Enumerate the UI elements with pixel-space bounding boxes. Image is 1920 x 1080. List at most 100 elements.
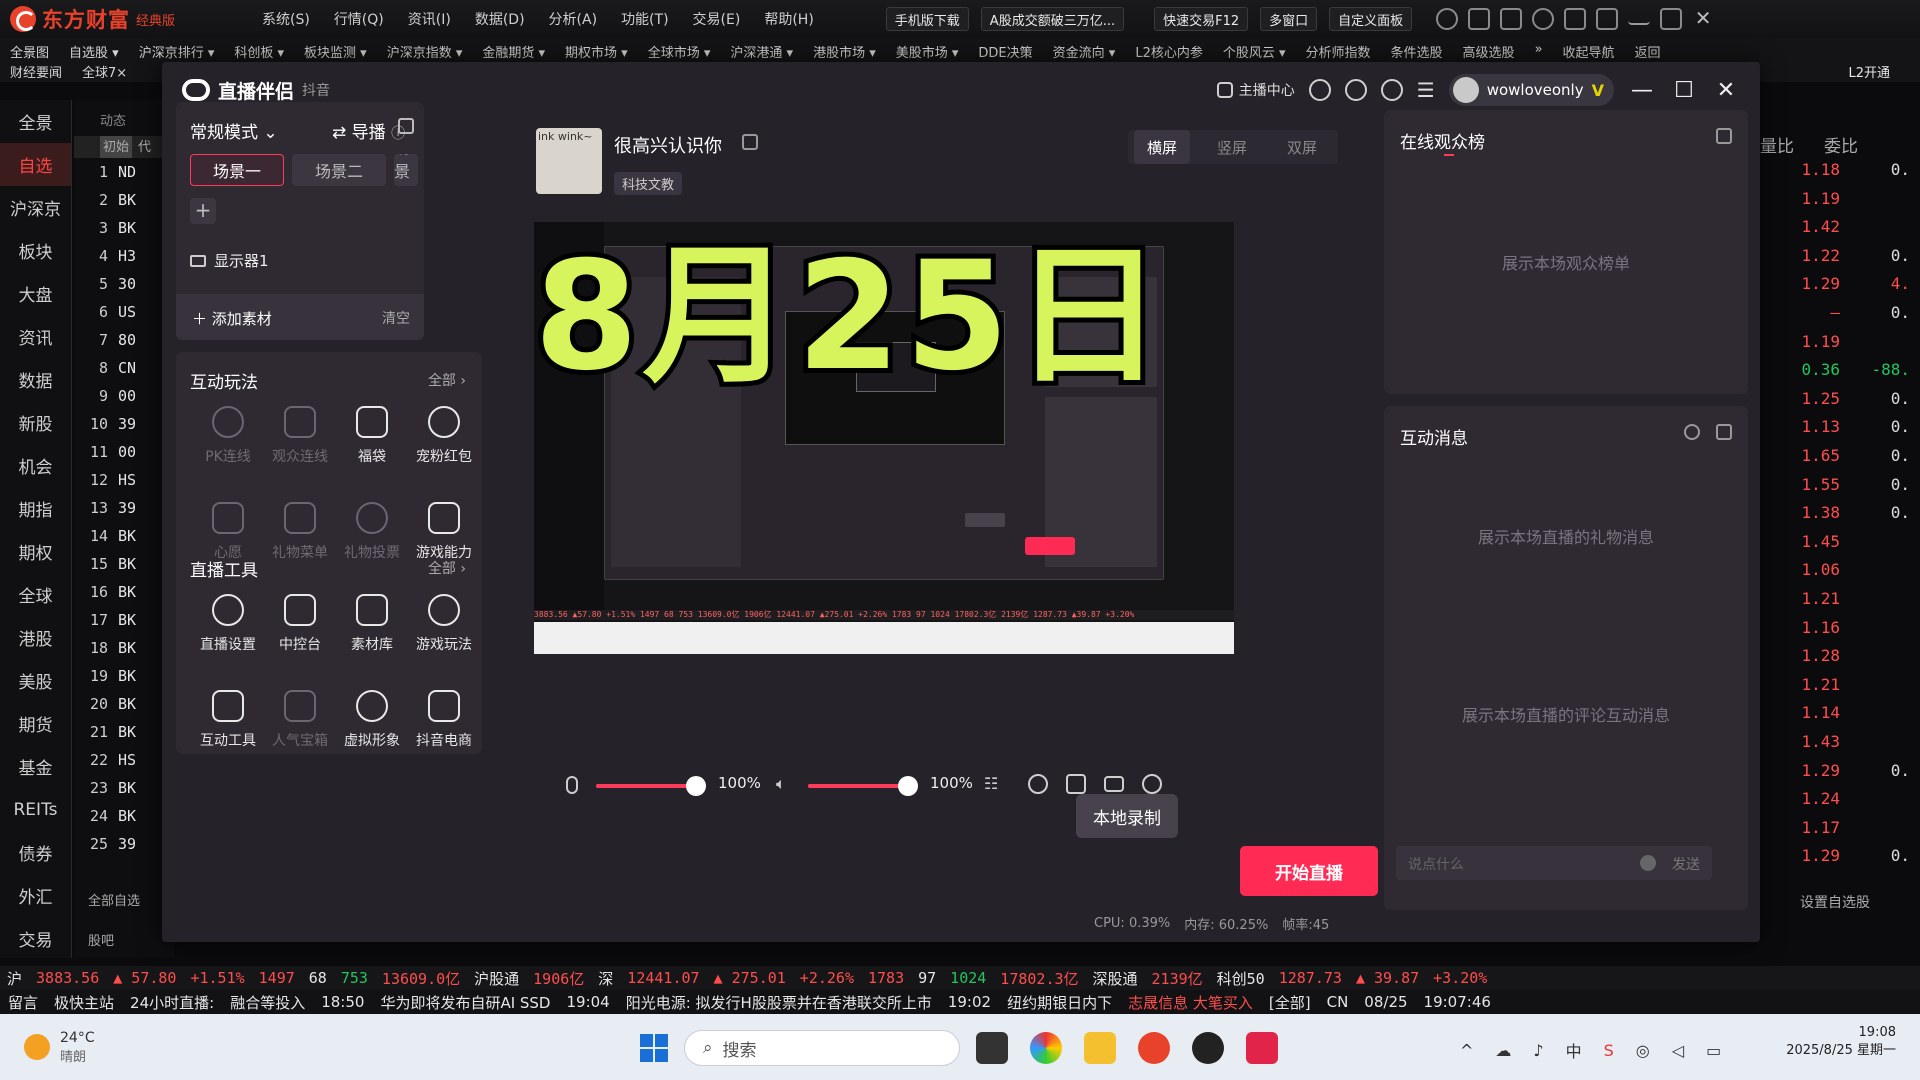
tab-portrait[interactable]: 竖屏: [1204, 130, 1260, 164]
stock-row[interactable]: 14 BK: [74, 522, 174, 550]
menu-quote[interactable]: 行情(Q): [322, 9, 396, 29]
settings-gear-icon[interactable]: [1142, 774, 1162, 794]
index-bar-item[interactable]: 沪股通: [467, 968, 526, 989]
menu-row1-item[interactable]: 美股市场 ▾: [886, 42, 969, 61]
chat-bubble-icon[interactable]: [1344, 79, 1367, 101]
stock-row[interactable]: 2 BK: [74, 186, 174, 214]
left-nav-item[interactable]: 全景: [0, 100, 71, 143]
speaker-icon[interactable]: 🔈︎: [776, 774, 786, 794]
stock-row[interactable]: 21 BK: [74, 718, 174, 746]
messages-popout-icon[interactable]: [1716, 424, 1732, 440]
left-nav-item[interactable]: 港股: [0, 616, 71, 659]
taskbar-search[interactable]: ⌕ 搜索: [684, 1030, 960, 1066]
popout-icon[interactable]: [398, 118, 414, 134]
stock-row[interactable]: 16 BK: [74, 578, 174, 606]
l2-open-link[interactable]: L2开通: [1838, 62, 1900, 81]
left-nav-item[interactable]: 基金: [0, 745, 71, 788]
set-watchlist-link[interactable]: 设置自选股: [1800, 892, 1870, 912]
news-bar-item[interactable]: 纽约期银日内下: [999, 992, 1120, 1013]
user-icon[interactable]: [1436, 8, 1459, 30]
minimize-icon[interactable]: [1628, 13, 1651, 25]
stream-category[interactable]: 科技文教: [614, 172, 683, 195]
red-packet-tool[interactable]: 宠粉红包: [404, 398, 484, 480]
qq-icon[interactable]: [1192, 1032, 1224, 1064]
restore-icon[interactable]: [1660, 8, 1683, 30]
left-nav-item[interactable]: 期指: [0, 487, 71, 530]
add-scene-icon[interactable]: +: [190, 198, 216, 224]
index-bar-item[interactable]: 深股通: [1086, 968, 1145, 989]
menu-row1-item[interactable]: »: [1525, 42, 1553, 61]
interact-all-link[interactable]: 全部 ›: [428, 370, 466, 390]
news-bar-item[interactable]: [全部]: [1261, 992, 1319, 1013]
menu-row2-item[interactable]: 全球7×: [72, 62, 137, 81]
left-nav-item[interactable]: 美股: [0, 659, 71, 702]
stock-row[interactable]: 17 BK: [74, 606, 174, 634]
left-nav-item[interactable]: 期货: [0, 702, 71, 745]
stock-row[interactable]: 9 00: [74, 382, 174, 410]
emoji-icon[interactable]: [1640, 855, 1656, 871]
host-center-button[interactable]: 主播中心: [1216, 80, 1295, 100]
menu-row1-item[interactable]: 自选股 ▾: [59, 42, 129, 61]
news-bar-item[interactable]: 留言: [0, 992, 46, 1013]
live-companion-app-icon[interactable]: [1246, 1032, 1278, 1064]
left-nav-item[interactable]: REITs: [0, 788, 71, 831]
left-nav-item[interactable]: 大盘: [0, 272, 71, 315]
news-bar-item[interactable]: 18:50: [313, 993, 372, 1011]
news-bar-item[interactable]: 华为即将发布自研AI SSD: [372, 992, 558, 1013]
stock-row[interactable]: 11 00: [74, 438, 174, 466]
col-volume-ratio[interactable]: 量比: [1760, 132, 1794, 157]
tab-landscape[interactable]: 横屏: [1134, 130, 1190, 164]
guba-tab[interactable]: 股吧: [88, 930, 114, 949]
microphone-icon[interactable]: [566, 776, 578, 794]
gift-vote-tool[interactable]: 礼物投票: [332, 494, 412, 576]
shirt-icon[interactable]: [1564, 8, 1587, 30]
stock-row[interactable]: 22 HS: [74, 746, 174, 774]
weather-widget[interactable]: 24°C 晴朗: [24, 1030, 95, 1065]
menu-row1-item[interactable]: 资金流向 ▾: [1043, 42, 1126, 61]
guide-button[interactable]: ⇄ 导播 ⓘ: [332, 118, 405, 143]
quick-trade-button[interactable]: 快速交易F12: [1154, 7, 1249, 31]
edit-icon[interactable]: [742, 134, 758, 150]
left-nav-item[interactable]: 交易: [0, 917, 71, 960]
menu-function[interactable]: 功能(T): [609, 9, 680, 29]
douyin-shop-tool[interactable]: 抖音电商: [404, 682, 484, 764]
menu-row2-item[interactable]: 财经要闻: [0, 62, 72, 81]
col-initial[interactable]: 初始: [100, 136, 133, 158]
audience-popout-icon[interactable]: [1716, 128, 1732, 144]
audience-link-tool[interactable]: 观众连线: [260, 398, 340, 480]
stock-row[interactable]: 7 80: [74, 326, 174, 354]
left-nav-item[interactable]: 外汇: [0, 874, 71, 917]
menu-row1-item[interactable]: 收起导航: [1553, 42, 1625, 61]
start-live-button[interactable]: 开始直播: [1240, 846, 1378, 896]
menu-system[interactable]: 系统(S): [250, 9, 322, 29]
tools-all-link[interactable]: 全部 ›: [428, 558, 466, 578]
live-maximize-icon[interactable]: ☐: [1670, 78, 1698, 103]
stock-row[interactable]: 13 39: [74, 494, 174, 522]
stream-title[interactable]: 很高兴认识你: [614, 132, 722, 158]
menu-trade[interactable]: 交易(E): [681, 9, 753, 29]
back-icon[interactable]: [1532, 8, 1555, 30]
stock-row[interactable]: 24 BK: [74, 802, 174, 830]
menu-row1-item[interactable]: 金融期货 ▾: [472, 42, 555, 61]
col-order-ratio[interactable]: 委比: [1824, 132, 1858, 157]
display-source[interactable]: 显示器1: [190, 250, 269, 271]
left-nav-item[interactable]: 自选: [0, 143, 71, 186]
menu-row1-item[interactable]: 个股风云 ▾: [1213, 42, 1296, 61]
avatar-tool[interactable]: 虚拟形象: [332, 682, 412, 764]
lucky-bag-tool[interactable]: 福袋: [332, 398, 412, 480]
left-nav-item[interactable]: 全球: [0, 573, 71, 616]
live-close-icon[interactable]: ✕: [1712, 78, 1740, 103]
help-icon[interactable]: [1380, 79, 1403, 101]
tray-network-icon[interactable]: ◎: [1636, 1041, 1650, 1060]
stock-row[interactable]: 20 BK: [74, 690, 174, 718]
clear-button[interactable]: 清空: [382, 308, 410, 328]
news-bar-item[interactable]: 19:04: [559, 993, 618, 1011]
tray-ime-icon[interactable]: 中: [1566, 1038, 1582, 1062]
news-bar-item[interactable]: 24小时直播:: [122, 992, 222, 1013]
news-bar-item[interactable]: 19:07:46: [1416, 993, 1499, 1011]
mixer-icon[interactable]: ☷: [984, 774, 998, 793]
tray-wps-icon[interactable]: S: [1604, 1041, 1614, 1060]
tray-chevron-up-icon[interactable]: ^: [1460, 1041, 1473, 1060]
interact-tools-tool[interactable]: 互动工具: [188, 682, 268, 764]
left-nav-item[interactable]: 沪深京: [0, 186, 71, 229]
